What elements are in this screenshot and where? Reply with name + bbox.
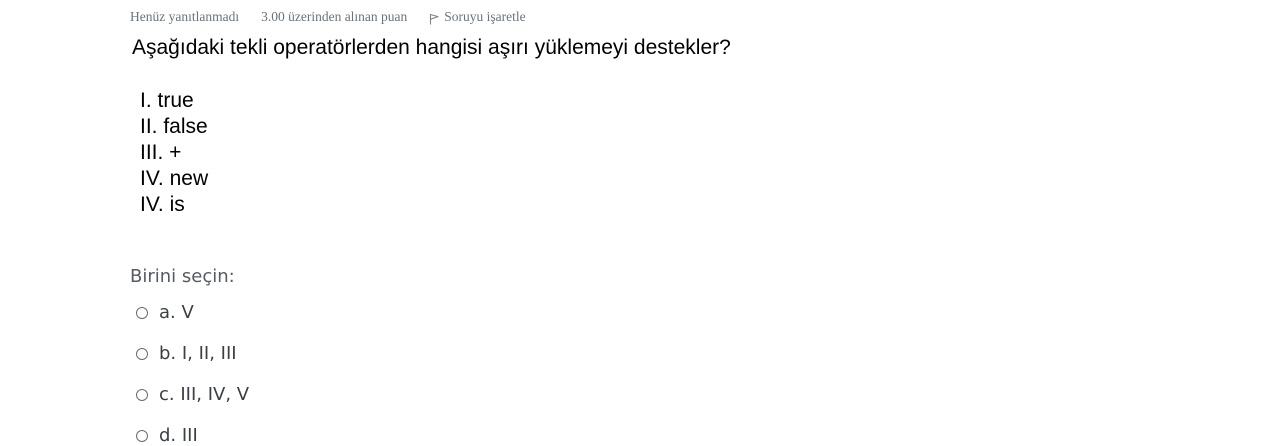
question-text: Aşağıdaki tekli operatörlerden hangisi a…	[132, 36, 731, 59]
radio-button-d[interactable]	[136, 430, 148, 442]
option-label-a[interactable]: a. V	[159, 300, 194, 326]
radio-button-c[interactable]	[136, 389, 148, 401]
statement-item: IV. is	[140, 193, 185, 216]
answer-option-c[interactable]: c. III, IV, V	[136, 382, 249, 423]
answer-option-a[interactable]: a. V	[136, 300, 249, 341]
question-status: Henüz yanıtlanmadı	[130, 9, 240, 24]
quiz-question-page: Henüz yanıtlanmadı 3.00 üzerinden alınan…	[0, 0, 1285, 446]
answer-options: a. V b. I, II, III c. III, IV, V d. III	[136, 300, 249, 446]
question-info: Henüz yanıtlanmadı 3.00 üzerinden alınan…	[130, 8, 526, 26]
statement-item: III. +	[140, 141, 182, 164]
radio-button-b[interactable]	[136, 348, 148, 360]
option-label-c[interactable]: c. III, IV, V	[159, 382, 249, 408]
question-grade: 3.00 üzerinden alınan puan	[261, 9, 408, 24]
statement-list: I. true II. false III. + IV. new IV. is	[140, 88, 208, 218]
radio-button-a[interactable]	[136, 307, 148, 319]
statement-item: II. false	[140, 115, 208, 138]
flag-question-link[interactable]: Soruyu işaretle	[429, 9, 526, 25]
statement-item: IV. new	[140, 167, 209, 190]
option-label-b[interactable]: b. I, II, III	[159, 341, 237, 367]
flag-icon	[429, 13, 440, 25]
flag-question-label: Soruyu işaretle	[444, 9, 526, 24]
option-label-d[interactable]: d. III	[159, 423, 198, 446]
answer-option-b[interactable]: b. I, II, III	[136, 341, 249, 382]
answer-option-d[interactable]: d. III	[136, 423, 249, 446]
answer-prompt: Birini seçin:	[130, 266, 235, 287]
statement-item: I. true	[140, 89, 194, 112]
